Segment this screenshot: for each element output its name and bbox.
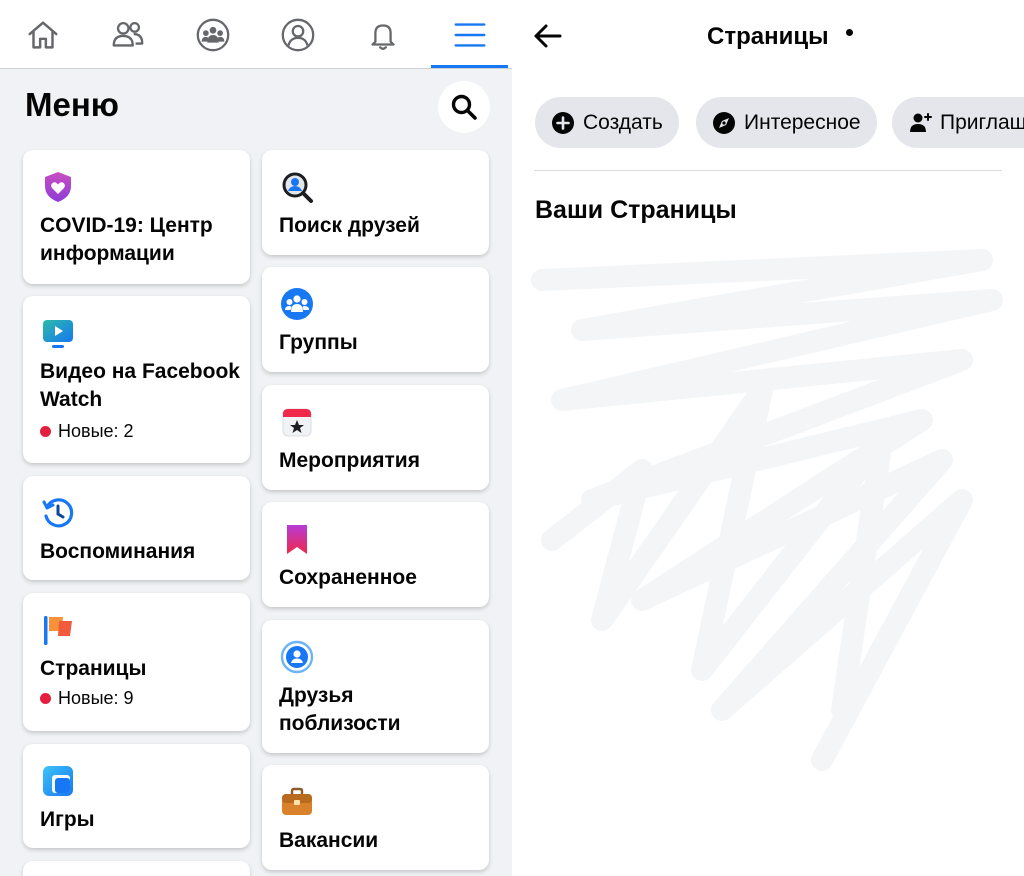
- menu-card-jobs[interactable]: Вакансии: [262, 765, 489, 870]
- invite-person-icon: [910, 112, 932, 132]
- status-dot: [846, 29, 853, 36]
- notifications-bell-icon: [371, 24, 395, 50]
- page-title: Меню: [25, 86, 119, 123]
- back-arrow-icon[interactable]: [530, 18, 566, 54]
- friends-icon: [112, 21, 144, 47]
- nav-home[interactable]: [18, 10, 68, 60]
- menu-panel: Меню COVID-19: Центр информации Видео на…: [0, 0, 512, 876]
- jobs-briefcase-icon: [282, 787, 312, 815]
- memories-clock-icon: [42, 498, 74, 528]
- nearby-friends-icon: [280, 640, 314, 674]
- gaming-icon: [43, 766, 73, 796]
- your-pages-heading: Ваши Страницы: [535, 196, 737, 224]
- nav-notifications[interactable]: [358, 10, 408, 60]
- nav-groups[interactable]: [188, 10, 238, 60]
- top-navigation-bar: [0, 0, 512, 69]
- covid-heart-shield-icon: [45, 172, 71, 202]
- menu-card-label: COVID-19: Центр информации: [40, 214, 213, 265]
- menu-card-label: Друзья поблизости: [279, 684, 401, 735]
- menu-card-groups[interactable]: Группы: [262, 267, 489, 372]
- search-button[interactable]: [438, 81, 490, 133]
- profile-icon: [281, 18, 315, 52]
- menu-card-pages[interactable]: Страницы Новые: 9: [23, 593, 250, 731]
- menu-card-label: Мероприятия: [279, 449, 420, 472]
- red-dot-icon: [40, 693, 51, 704]
- menu-card-nearby-friends[interactable]: Друзья поблизости: [262, 620, 489, 753]
- menu-card-partial[interactable]: [23, 861, 250, 876]
- compass-icon: [713, 111, 735, 134]
- create-page-button[interactable]: Создать: [535, 97, 679, 148]
- red-dot-icon: [40, 426, 51, 437]
- pages-title: Страницы: [707, 23, 829, 50]
- chip-label: Создать: [583, 110, 663, 134]
- nav-profile[interactable]: [273, 10, 323, 60]
- menu-card-events[interactable]: Мероприятия: [262, 385, 489, 490]
- menu-card-label: Воспоминания: [40, 540, 196, 563]
- pages-panel: Страницы Создать Интересное Приглаш Ваши…: [512, 0, 1024, 876]
- nav-menu[interactable]: [445, 10, 495, 60]
- invite-button[interactable]: Приглаш: [892, 97, 1024, 148]
- groups-icon: [196, 18, 230, 52]
- find-friends-icon: [282, 172, 313, 203]
- new-items-badge: Новые: 2: [40, 421, 134, 442]
- plus-circle-icon: [552, 111, 574, 134]
- chip-label: Интересное: [744, 110, 861, 134]
- badge-text: Новые: 9: [58, 688, 134, 708]
- menu-card-watch[interactable]: Видео на Facebook Watch Новые: 2: [23, 296, 250, 463]
- discover-pages-button[interactable]: Интересное: [696, 97, 877, 148]
- menu-card-label: Видео на Facebook Watch: [40, 360, 240, 411]
- menu-card-label: Страницы: [40, 657, 147, 680]
- active-tab-indicator: [431, 65, 508, 68]
- groups-icon: [281, 288, 313, 320]
- menu-card-find-friends[interactable]: Поиск друзей: [262, 150, 489, 255]
- home-icon: [28, 21, 58, 49]
- menu-card-saved[interactable]: Сохраненное: [262, 502, 489, 607]
- pages-flag-icon: [44, 616, 72, 645]
- menu-card-label: Вакансии: [279, 829, 379, 852]
- redaction-scribble: [531, 249, 1003, 771]
- menu-card-label: Поиск друзей: [279, 214, 420, 237]
- new-items-badge: Новые: 9: [40, 688, 134, 709]
- menu-card-covid[interactable]: COVID-19: Центр информации: [23, 150, 250, 284]
- menu-card-label: Игры: [40, 808, 95, 831]
- menu-card-label: Группы: [279, 331, 358, 354]
- watch-video-icon: [43, 320, 73, 348]
- divider: [534, 170, 1002, 171]
- menu-card-memories[interactable]: Воспоминания: [23, 476, 250, 580]
- menu-card-gaming[interactable]: Игры: [23, 744, 250, 848]
- badge-text: Новые: 2: [58, 421, 134, 441]
- chip-label: Приглаш: [940, 110, 1024, 134]
- saved-bookmark-icon: [287, 525, 307, 554]
- nav-friends[interactable]: [103, 10, 153, 60]
- menu-hamburger-icon: [454, 23, 486, 47]
- search-icon: [451, 94, 477, 120]
- events-calendar-icon: [282, 408, 312, 437]
- menu-card-label: Сохраненное: [279, 566, 417, 589]
